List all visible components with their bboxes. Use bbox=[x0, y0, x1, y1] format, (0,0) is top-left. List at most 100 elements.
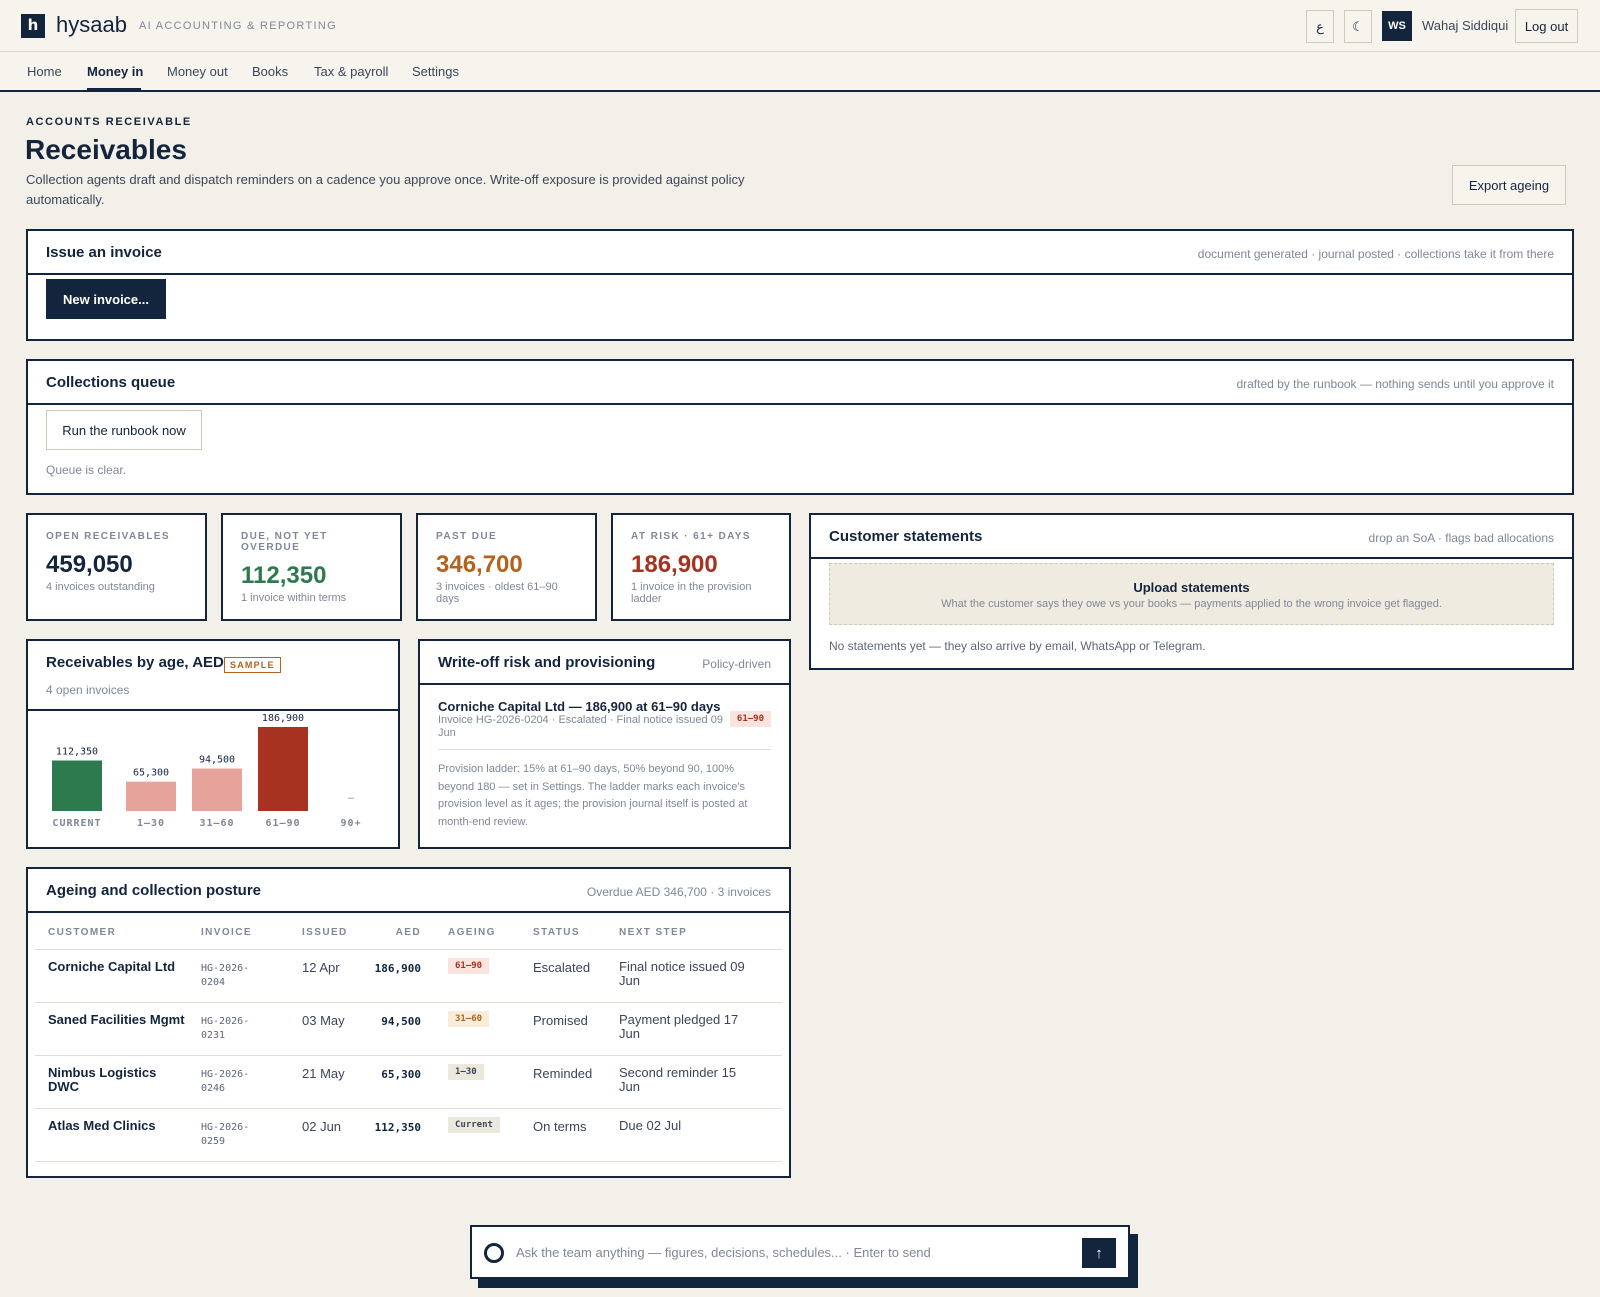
cell-ageing-badge: 31–60 bbox=[448, 1011, 490, 1027]
table-row[interactable]: Corniche Capital Ltd HG-2026-0204 12 Apr… bbox=[35, 949, 782, 1002]
cell-next-step: Due 02 Jul bbox=[619, 1118, 682, 1133]
sample-badge: SAMPLE bbox=[224, 657, 281, 673]
nav-home[interactable]: Home bbox=[27, 64, 62, 79]
column-header-ageing[interactable]: AGEING bbox=[448, 927, 496, 938]
export-ageing-button[interactable]: Export ageing bbox=[1452, 165, 1566, 205]
column-header-invoice[interactable]: INVOICE bbox=[201, 927, 252, 938]
kpi-sub: 1 invoice within terms bbox=[241, 592, 347, 604]
kpi-value: 186,900 bbox=[631, 551, 718, 578]
theme-toggle-moon-icon[interactable]: ☾ bbox=[1344, 10, 1372, 43]
avatar[interactable]: WS bbox=[1382, 11, 1412, 41]
brand-tagline: AI ACCOUNTING & REPORTING bbox=[139, 20, 337, 32]
send-arrow-icon[interactable]: ↑ bbox=[1082, 1238, 1116, 1268]
cell-customer: Corniche Capital Ltd bbox=[48, 959, 176, 974]
bar-value-label: 186,900 bbox=[262, 713, 304, 724]
card-note: Policy-driven bbox=[702, 657, 771, 671]
card-note: drop an SoA · flags bad allocations bbox=[1368, 531, 1554, 545]
kpi-sub: 4 invoices outstanding bbox=[46, 581, 155, 593]
cell-aed: 112,350 bbox=[374, 1121, 421, 1134]
receivables-by-age-card: Receivables by age, AED SAMPLE 4 open in… bbox=[26, 639, 400, 849]
kpi-label: DUE, NOT YET OVERDUE bbox=[241, 531, 328, 553]
new-invoice-button[interactable]: New invoice... bbox=[46, 279, 166, 319]
page-title: Receivables bbox=[25, 134, 187, 165]
cell-ageing-badge: Current bbox=[448, 1117, 500, 1133]
table-row[interactable]: Nimbus Logistics DWC HG-2026-0246 21 May… bbox=[35, 1055, 782, 1108]
cell-customer: Nimbus Logistics DWC bbox=[48, 1065, 157, 1094]
bar-value-label: 94,500 bbox=[199, 755, 235, 766]
kpi-value: 459,050 bbox=[46, 551, 133, 578]
column-header-aed[interactable]: AED bbox=[355, 927, 421, 938]
bar-empty-marker: – bbox=[348, 792, 355, 804]
ask-placeholder[interactable]: Ask the team anything — figures, decisio… bbox=[516, 1245, 931, 1260]
bar-2[interactable] bbox=[192, 768, 242, 811]
ask-team-input[interactable]: Ask the team anything — figures, decisio… bbox=[470, 1225, 1130, 1279]
card-title: Receivables by age, AED bbox=[46, 654, 224, 671]
cell-status: On terms bbox=[533, 1119, 587, 1134]
logo-icon[interactable]: h bbox=[21, 14, 45, 38]
cell-next-step: Second reminder 15 Jun bbox=[619, 1065, 737, 1094]
kpi-value: 112,350 bbox=[241, 562, 327, 589]
x-tick-label: 61–90 bbox=[265, 818, 300, 829]
bar-value-label: 65,300 bbox=[133, 768, 169, 779]
kpi-due-not-overdue: DUE, NOT YET OVERDUE 112,350 1 invoice w… bbox=[221, 513, 402, 621]
cell-invoice[interactable]: HG-2026-0231 bbox=[201, 1015, 271, 1043]
language-toggle-button[interactable]: ع bbox=[1306, 10, 1334, 43]
run-runbook-button[interactable]: Run the runbook now bbox=[46, 410, 202, 450]
nav-books[interactable]: Books bbox=[252, 64, 288, 79]
cell-aed: 94,500 bbox=[381, 1015, 421, 1028]
card-title: Issue an invoice bbox=[46, 244, 162, 261]
card-header: Write-off risk and provisioning Policy-d… bbox=[420, 641, 789, 685]
nav-money-out[interactable]: Money out bbox=[167, 64, 228, 79]
table-row[interactable]: Atlas Med Clinics HG-2026-0259 02 Jun 11… bbox=[35, 1108, 782, 1161]
bar-3[interactable] bbox=[258, 727, 308, 811]
assistant-ring-icon bbox=[484, 1243, 504, 1263]
bar-1[interactable] bbox=[126, 781, 176, 811]
card-title: Ageing and collection posture bbox=[46, 882, 262, 899]
cell-next-step: Final notice issued 09 Jun bbox=[619, 959, 745, 988]
cell-issued: 03 May bbox=[302, 1013, 345, 1028]
cell-customer: Saned Facilities Mgmt bbox=[48, 1012, 185, 1027]
kpi-at-risk: AT RISK · 61+ DAYS 186,900 1 invoice in … bbox=[611, 513, 791, 621]
card-title: Customer statements bbox=[829, 528, 983, 545]
brand-name[interactable]: hysaab bbox=[56, 12, 127, 38]
divider bbox=[438, 749, 771, 750]
x-tick-label: 90+ bbox=[340, 818, 361, 829]
card-header: Ageing and collection posture Overdue AE… bbox=[28, 869, 789, 913]
collections-queue-card: Collections queue drafted by the runbook… bbox=[26, 359, 1574, 495]
cell-ageing-badge: 1–30 bbox=[448, 1064, 484, 1080]
column-header-next-step[interactable]: NEXT STEP bbox=[619, 927, 687, 938]
page-description: Collection agents draft and dispatch rem… bbox=[26, 172, 745, 207]
writeoff-risk-card: Write-off risk and provisioning Policy-d… bbox=[418, 639, 791, 849]
nav-settings[interactable]: Settings bbox=[412, 64, 459, 79]
cell-issued: 21 May bbox=[302, 1066, 345, 1081]
cell-invoice[interactable]: HG-2026-0246 bbox=[201, 1068, 271, 1096]
kpi-label: AT RISK · 61+ DAYS bbox=[631, 531, 751, 542]
kpi-sub: 3 invoices · oldest 61–90 days bbox=[436, 581, 558, 605]
logout-button[interactable]: Log out bbox=[1515, 9, 1578, 43]
main-nav: Home Money in Money out Books Tax & payr… bbox=[0, 52, 1600, 92]
upload-statements-dropzone[interactable]: Upload statements What the customer says… bbox=[829, 563, 1554, 625]
cell-status: Escalated bbox=[533, 960, 591, 975]
kpi-open-receivables: OPEN RECEIVABLES 459,050 4 invoices outs… bbox=[26, 513, 207, 621]
column-header-issued[interactable]: ISSUED bbox=[302, 927, 348, 938]
x-tick-label: 1–30 bbox=[137, 818, 165, 829]
cell-status: Reminded bbox=[533, 1066, 593, 1081]
top-bar: h hysaab AI ACCOUNTING & REPORTING ع ☾ W… bbox=[0, 0, 1600, 52]
bar-0[interactable] bbox=[52, 760, 102, 811]
customer-statements-card: Customer statements drop an SoA · flags … bbox=[809, 513, 1574, 670]
column-header-customer[interactable]: CUSTOMER bbox=[48, 927, 116, 938]
cell-invoice[interactable]: HG-2026-0259 bbox=[201, 1121, 271, 1149]
cell-customer: Atlas Med Clinics bbox=[48, 1118, 156, 1133]
chart-subtitle: 4 open invoices bbox=[46, 683, 130, 697]
column-header-status[interactable]: STATUS bbox=[533, 927, 580, 938]
issue-invoice-card: Issue an invoice document generated · jo… bbox=[26, 229, 1574, 341]
table-row[interactable]: Saned Facilities Mgmt HG-2026-0231 03 Ma… bbox=[35, 1002, 782, 1055]
kpi-value: 346,700 bbox=[436, 551, 523, 578]
cell-invoice[interactable]: HG-2026-0204 bbox=[201, 962, 271, 990]
kpi-label: OPEN RECEIVABLES bbox=[46, 531, 170, 542]
card-note: drafted by the runbook — nothing sends u… bbox=[1236, 377, 1554, 391]
kpi-label: PAST DUE bbox=[436, 531, 498, 542]
nav-tax-payroll[interactable]: Tax & payroll bbox=[314, 64, 388, 79]
nav-money-in[interactable]: Money in bbox=[87, 64, 143, 79]
writeoff-item-title[interactable]: Corniche Capital Ltd — 186,900 at 61–90 … bbox=[438, 699, 721, 714]
